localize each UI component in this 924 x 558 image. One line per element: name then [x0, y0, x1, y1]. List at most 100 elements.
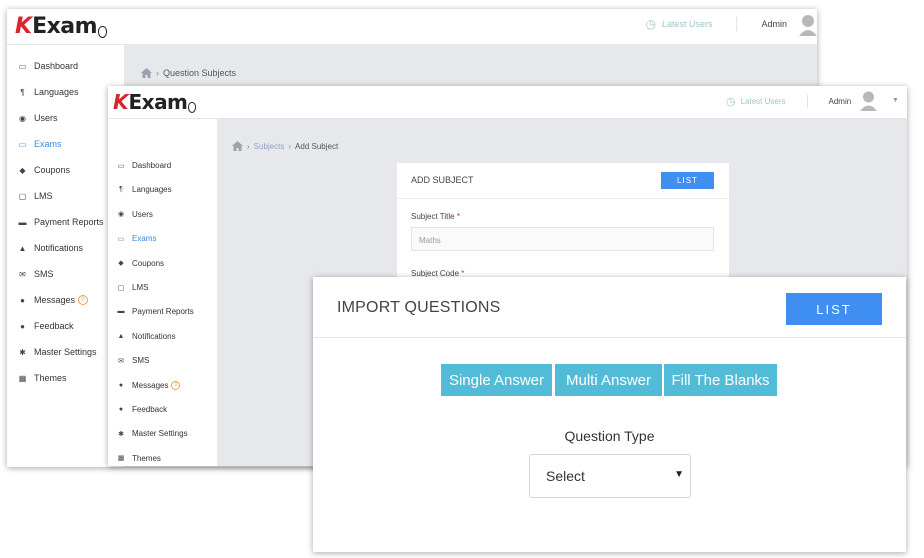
- monitor-icon: ▭: [117, 235, 125, 243]
- topbar-right: ◷ Latest Users Admin: [645, 17, 817, 31]
- comment-icon: ●: [20, 321, 25, 331]
- sidebar-item-label: Themes: [132, 453, 161, 463]
- sidebar-item-master-settings[interactable]: ✱ Master Settings: [116, 429, 188, 438]
- question-type-select[interactable]: Select ▼: [529, 454, 691, 498]
- sidebar-item-label: LMS: [34, 191, 53, 201]
- avatar[interactable]: [860, 91, 877, 111]
- sidebar-item-coupons[interactable]: ◆ Coupons: [17, 165, 70, 175]
- sidebar-item-notifications[interactable]: ▲ Notifications: [17, 243, 84, 253]
- brand-letter: K: [15, 14, 33, 39]
- list-button[interactable]: LIST: [661, 172, 714, 189]
- envelope-icon: ✉: [19, 269, 26, 279]
- sidebar-item-label: Messages: [34, 295, 76, 305]
- fill-the-blanks-button[interactable]: Fill The Blanks: [664, 364, 777, 396]
- breadcrumb: › Subjects › Add Subject: [232, 141, 338, 151]
- sidebar-item-label: Dashboard: [34, 61, 79, 71]
- sidebar-item-messages[interactable]: ● Messages 0: [17, 295, 89, 305]
- gear-icon: ✱: [19, 347, 26, 357]
- sidebar-item-label: Dashboard: [132, 161, 172, 170]
- sidebar-item-lms[interactable]: ▢ LMS: [116, 283, 149, 292]
- window-icon: ▭: [18, 61, 27, 71]
- sidebar-item-users[interactable]: ◉ Users: [17, 113, 58, 123]
- admin-label[interactable]: Admin: [761, 19, 787, 29]
- latest-users-link[interactable]: ◷ Latest Users: [726, 95, 786, 108]
- subject-title-input[interactable]: Maths: [411, 227, 714, 251]
- bell-icon: ▲: [117, 332, 125, 340]
- sidebar-item-languages[interactable]: ¶ Languages: [116, 185, 172, 195]
- sidebar-item-exams[interactable]: ▭ Exams: [17, 139, 62, 149]
- sidebar-item-master-settings[interactable]: ✱ Master Settings: [17, 347, 97, 357]
- caret-down-icon: ▼: [674, 469, 684, 480]
- envelope-icon: ✉: [118, 357, 124, 365]
- multi-answer-button[interactable]: Multi Answer: [555, 364, 662, 396]
- admin-label[interactable]: Admin: [829, 97, 852, 106]
- window-import-questions: IMPORT QUESTIONS LIST Single Answer Mult…: [313, 277, 906, 552]
- sidebar-item-label: Notifications: [34, 243, 84, 253]
- sidebar-item-label: Exams: [132, 234, 157, 244]
- breadcrumb-current: Question Subjects: [163, 68, 237, 78]
- home-icon[interactable]: [141, 68, 152, 78]
- sidebar-item-label: Languages: [34, 87, 79, 97]
- sidebar-item-sms[interactable]: ✉ SMS: [17, 269, 54, 279]
- breadcrumb-chevron: ›: [247, 141, 250, 151]
- clock-icon: ◷: [645, 17, 656, 31]
- sidebar-item-notifications[interactable]: ▲ Notifications: [116, 332, 176, 341]
- question-type-label: Question Type: [564, 428, 655, 444]
- sidebar-item-payment-reports[interactable]: ▬ Payment Reports: [17, 217, 104, 227]
- latest-users-link[interactable]: ◷ Latest Users: [645, 17, 712, 31]
- breadcrumb: › Question Subjects: [141, 68, 236, 78]
- sidebar-item-feedback[interactable]: ● Feedback: [116, 405, 167, 414]
- credit-card-icon: ▬: [117, 308, 125, 316]
- sidebar-item-feedback[interactable]: ● Feedback: [17, 321, 74, 331]
- chevron-down-icon[interactable]: ▼: [892, 97, 899, 104]
- avatar[interactable]: [799, 14, 817, 36]
- panel-header: IMPORT QUESTIONS LIST: [313, 277, 906, 338]
- sidebar-item-themes[interactable]: ▦ Themes: [17, 373, 67, 383]
- monitor-icon: ▭: [18, 139, 27, 149]
- sidebar-item-dashboard[interactable]: ▭ Dashboard: [17, 61, 78, 71]
- sidebar-item-label: Feedback: [34, 321, 74, 331]
- sidebar-item-label: Master Settings: [34, 347, 97, 357]
- divider: [806, 95, 808, 108]
- sidebar-item-payment-reports[interactable]: ▬ Payment Reports: [116, 307, 194, 316]
- user-circle-icon: ◉: [19, 113, 26, 123]
- brand-logo[interactable]: K Exam: [15, 14, 108, 39]
- breadcrumb-current: Add Subject: [295, 141, 339, 151]
- gear-icon: ✱: [118, 430, 124, 438]
- topbar-right: ◷ Latest Users Admin: [726, 95, 851, 108]
- sidebar-item-label: SMS: [34, 269, 54, 279]
- sidebar-item-label: Feedback: [132, 405, 168, 414]
- sidebar-item-messages[interactable]: ● Messages 0: [116, 380, 181, 390]
- clock-icon: ◷: [726, 96, 736, 108]
- sidebar-item-label: Users: [132, 209, 153, 219]
- sidebar-item-label: Payment Reports: [34, 217, 104, 227]
- top-bar: K Exam ◷ Latest Users Admin: [7, 9, 817, 45]
- tag-icon: ◆: [118, 260, 124, 268]
- list-button[interactable]: LIST: [786, 293, 882, 325]
- sidebar-item-users[interactable]: ◉ Users: [116, 210, 153, 219]
- sidebar-item-label: Languages: [132, 185, 172, 195]
- breadcrumb-chevron: ›: [288, 141, 292, 151]
- single-answer-button[interactable]: Single Answer: [441, 364, 552, 396]
- breadcrumb-subjects-link[interactable]: Subjects: [254, 142, 285, 151]
- sidebar-item-dashboard[interactable]: ▭ Dashboard: [116, 161, 171, 170]
- brand-name: Exam: [32, 14, 98, 39]
- sidebar-item-label: Master Settings: [132, 429, 188, 439]
- credit-card-icon: ▬: [18, 217, 27, 227]
- sidebar-item-sms[interactable]: ✉ SMS: [116, 356, 149, 365]
- bell-icon: ▲: [18, 243, 27, 253]
- sidebar-item-label: Messages: [132, 380, 169, 390]
- sidebar-item-coupons[interactable]: ◆ Coupons: [116, 259, 164, 268]
- sidebar-item-languages[interactable]: ¶ Languages: [17, 87, 79, 97]
- brand-logo[interactable]: K Exam: [113, 90, 197, 114]
- sidebar-item-label: Exams: [34, 139, 62, 149]
- sidebar-item-label: Coupons: [34, 165, 71, 175]
- desktop-icon: ▢: [18, 191, 27, 201]
- home-icon[interactable]: [232, 141, 243, 151]
- mouse-icon: [188, 102, 197, 113]
- sidebar-item-exams[interactable]: ▭ Exams: [116, 234, 157, 244]
- sidebar-item-themes[interactable]: ▦ Themes: [116, 454, 161, 463]
- divider: [736, 17, 738, 31]
- mouse-icon: [98, 26, 108, 38]
- sidebar-item-lms[interactable]: ▢ LMS: [17, 191, 53, 201]
